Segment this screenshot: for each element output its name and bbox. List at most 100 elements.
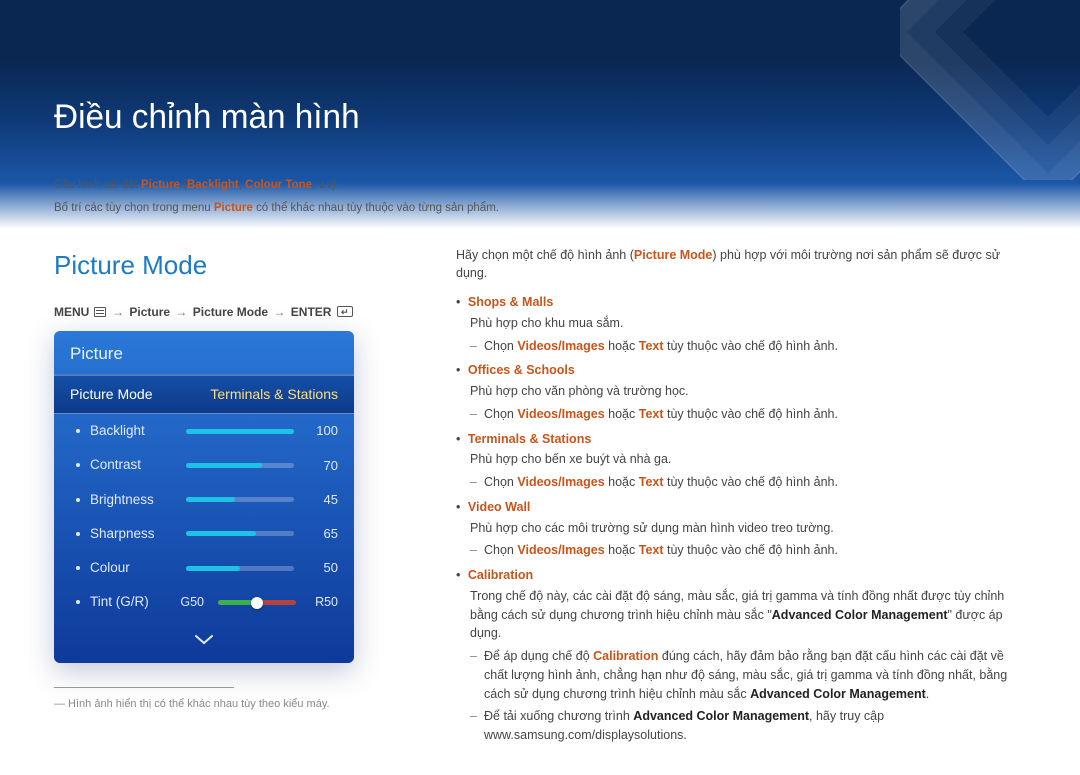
osd-scroll-down[interactable] [54,620,354,663]
slider-fill [186,497,235,502]
slider[interactable] [186,497,294,502]
mode-desc: Phù hợp cho văn phòng và trường học. [470,382,1026,401]
mode-name: Terminals & Stations [468,432,591,446]
mode-item: • Calibration Trong chế độ này, các cài đ… [456,566,1026,745]
osd-item-label: Sharpness [90,524,182,544]
bullet: • [456,568,460,582]
highlight-picture: Picture [214,202,253,214]
left-column: Picture Mode MENU → Picture → Picture Mo… [54,246,424,751]
menu-breadcrumb: MENU → Picture → Picture Mode → ENTER [54,303,424,321]
sub-item: Chọn Videos/Images hoặc Text tùy thuộc v… [470,405,1026,424]
osd-item-value: 45 [304,490,338,510]
highlight-videos-images: Videos/Images [517,475,604,489]
highlight-colour-tone: Colour Tone [245,179,312,191]
mode-sublist: Chọn Videos/Images hoặc Text tùy thuộc v… [470,405,1026,424]
intro-block: Cấu hình cài đặt Picture (Backlight, Col… [54,177,1026,218]
osd-item-label: Tint (G/R) [90,592,170,612]
osd-selected-label: Picture Mode [70,384,152,405]
mode-desc: Phù hợp cho bến xe buýt và nhà ga. [470,450,1026,469]
highlight-videos-images: Videos/Images [517,339,604,353]
mode-name: Calibration [468,568,533,582]
osd-selected-row[interactable]: Picture Mode Terminals & Stations [54,375,354,414]
mode-desc: Phù hợp cho khu mua sắm. [470,314,1026,333]
breadcrumb-item: Picture Mode [193,305,268,319]
intro-line-2: Bố trí các tùy chọn trong menu Picture c… [54,200,1026,217]
slider[interactable] [186,463,294,468]
footnote: ― Hình ảnh hiển thị có thể khác nhau tùy… [54,696,424,713]
modes-list: • Shops & MallsPhù hợp cho khu mua sắm.C… [456,293,1026,745]
mode-name: Video Wall [468,500,531,514]
osd-item[interactable]: Contrast 70 [54,448,354,482]
breadcrumb-sep: → [175,305,187,319]
osd-panel: Picture Picture Mode Terminals & Station… [54,331,354,663]
highlight-text: Text [639,339,664,353]
page-content: Điều chỉnh màn hình Cấu hình cài đặt Pic… [0,0,1080,775]
highlight-videos-images: Videos/Images [517,407,604,421]
dot-icon [76,566,80,570]
mode-sublist: Để áp dụng chế độ Calibration đúng cách,… [470,647,1026,745]
bullet: • [456,363,460,377]
right-column: Hãy chọn một chế độ hình ảnh (Picture Mo… [456,246,1026,751]
text: có thể khác nhau tùy thuộc vào từng sản … [253,202,499,214]
strong-acm: Advanced Color Management [633,709,809,723]
highlight-calibration: Calibration [593,649,658,663]
highlight-videos-images: Videos/Images [517,543,604,557]
text: hoặc [605,407,639,421]
osd-selected-value: Terminals & Stations [210,384,338,405]
osd-item-label: Colour [90,558,182,578]
highlight-text: Text [639,407,664,421]
intro-line-1: Cấu hình cài đặt Picture (Backlight, Col… [54,177,1026,194]
sub-item: Chọn Videos/Images hoặc Text tùy thuộc v… [470,541,1026,560]
breadcrumb-item: Picture [129,305,170,319]
osd-item[interactable]: Colour50 [54,551,354,585]
mode-desc: Phù hợp cho các môi trường sử dụng màn h… [470,519,1026,538]
osd-header: Picture [54,331,354,376]
highlight-picture-mode: Picture Mode [634,248,713,262]
text: tùy thuộc vào chế độ hình ảnh. [664,339,838,353]
osd-item-label: Contrast [90,455,182,475]
breadcrumb-sep: → [112,305,124,319]
mode-item: • Video WallPhù hợp cho các môi trường s… [456,498,1026,560]
slider-fill [186,429,294,434]
slider[interactable] [186,566,294,571]
mode-item: • Offices & SchoolsPhù hợp cho văn phòng… [456,361,1026,423]
mode-sublist: Chọn Videos/Images hoặc Text tùy thuộc v… [470,473,1026,492]
tint-g-value: G50 [170,593,204,612]
osd-item[interactable]: Backlight100 [54,414,354,448]
breadcrumb-enter: ENTER [291,305,332,319]
bullet: • [456,295,460,309]
slider-fill [186,463,262,468]
osd-item[interactable]: Brightness45 [54,483,354,517]
osd-item-value: 70 [304,456,338,476]
text: tùy thuộc vào chế độ hình ảnh. [664,543,838,557]
osd-item[interactable]: Sharpness65 [54,517,354,551]
sub-item: Để áp dụng chế độ Calibration đúng cách,… [470,647,1026,703]
footnote-rule [54,687,234,688]
lead-paragraph: Hãy chọn một chế độ hình ảnh (Picture Mo… [456,246,1026,284]
slider-knob[interactable] [251,597,263,609]
page-title: Điều chỉnh màn hình [54,92,1007,143]
dot-icon [76,600,80,604]
text: Cấu hình cài đặt [54,179,141,191]
slider[interactable] [186,531,294,536]
text: Chọn [484,475,517,489]
text: hoặc [605,475,639,489]
text: tùy thuộc vào chế độ hình ảnh. [664,407,838,421]
menu-icon [94,307,106,317]
slider-fill [186,531,256,536]
mode-sublist: Chọn Videos/Images hoặc Text tùy thuộc v… [470,541,1026,560]
text: Bố trí các tùy chọn trong menu [54,202,214,214]
sub-item: Chọn Videos/Images hoặc Text tùy thuộc v… [470,337,1026,356]
highlight-text: Text [639,543,664,557]
slider[interactable] [186,429,294,434]
tint-slider[interactable] [218,600,296,605]
text: Hãy chọn một chế độ hình ảnh ( [456,248,634,262]
section-title: Picture Mode [54,246,424,285]
osd-item-tint[interactable]: Tint (G/R) G50 R50 [54,585,354,619]
dot-icon [76,532,80,536]
mode-desc: Trong chế độ này, các cài đặt độ sáng, m… [470,587,1026,643]
breadcrumb-menu: MENU [54,305,89,319]
sub-item: Chọn Videos/Images hoặc Text tùy thuộc v… [470,473,1026,492]
bullet: • [456,432,460,446]
text: Chọn [484,543,517,557]
